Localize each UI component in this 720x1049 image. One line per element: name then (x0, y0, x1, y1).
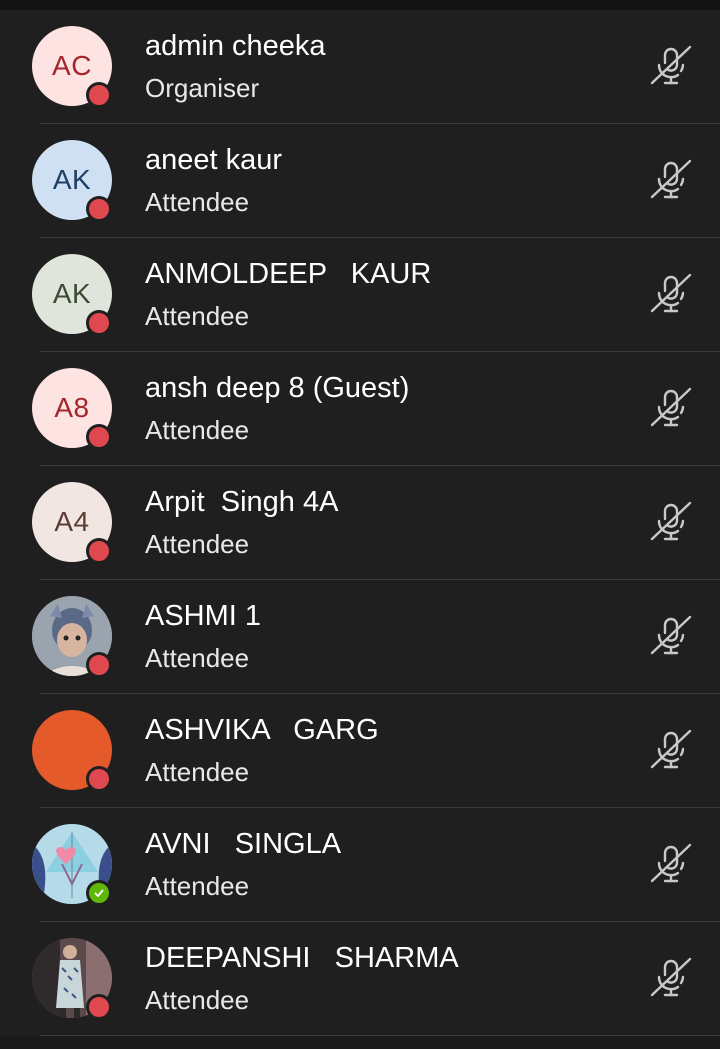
busy-presence-icon (86, 538, 112, 564)
participant-row[interactable]: A8 ansh deep 8 (Guest) Attendee (0, 352, 720, 466)
busy-presence-icon (86, 766, 112, 792)
avatar-initials: A4 (54, 506, 90, 537)
participant-name: ANMOLDEEP KAUR (145, 258, 432, 290)
check-icon (94, 889, 104, 897)
available-presence-icon (86, 880, 112, 906)
mic-off-icon[interactable] (648, 499, 694, 545)
busy-presence-icon (86, 424, 112, 450)
participant-name: aneet kaur (145, 144, 283, 176)
participant-role: Attendee (145, 985, 250, 1015)
participant-row[interactable]: DEEPANSHI SHARMA Attendee (0, 922, 720, 1036)
participant-role: Attendee (145, 529, 250, 559)
mic-off-icon[interactable] (648, 271, 694, 317)
participant-name: Arpit Singh 4A (145, 486, 339, 518)
avatar-initials: AK (52, 278, 92, 309)
mic-off-icon[interactable] (648, 727, 694, 773)
participant-list: AC admin cheeka Organiser AK aneet kaur … (0, 10, 720, 1036)
participant-row[interactable]: AK ANMOLDEEP KAUR Attendee (0, 238, 720, 352)
participant-role: Attendee (145, 871, 250, 901)
bottom-bar (0, 1036, 720, 1049)
participant-name: ASHVIKA GARG (145, 714, 379, 746)
mic-off-icon[interactable] (648, 43, 694, 89)
busy-presence-icon (86, 196, 112, 222)
mic-off-icon[interactable] (648, 955, 694, 1001)
participant-role: Attendee (145, 187, 250, 217)
mic-off-icon[interactable] (648, 841, 694, 887)
avatar-initials: A8 (54, 392, 90, 423)
participant-role: Attendee (145, 415, 250, 445)
participant-name: ansh deep 8 (Guest) (145, 372, 410, 404)
mic-off-icon[interactable] (648, 385, 694, 431)
mic-off-icon[interactable] (648, 157, 694, 203)
busy-presence-icon (86, 994, 112, 1020)
avatar-initials: AC (52, 50, 92, 81)
busy-presence-icon (86, 652, 112, 678)
participant-row[interactable]: ASHVIKA GARG Attendee (0, 694, 720, 808)
participant-name: ASHMI 1 (145, 600, 262, 632)
participant-name: admin cheeka (145, 30, 326, 62)
participant-role: Attendee (145, 301, 250, 331)
participant-role: Attendee (145, 643, 250, 673)
participant-row[interactable]: AC admin cheeka Organiser (0, 10, 720, 124)
participant-name: AVNI SINGLA (145, 828, 342, 860)
busy-presence-icon (86, 82, 112, 108)
avatar-initials: AK (52, 164, 92, 195)
participant-row[interactable]: AK aneet kaur Attendee (0, 124, 720, 238)
participant-role: Attendee (145, 757, 250, 787)
participant-role: Organiser (145, 73, 260, 103)
participant-name: DEEPANSHI SHARMA (145, 942, 459, 974)
participant-row[interactable]: AVNI SINGLA Attendee (0, 808, 720, 922)
participant-row[interactable]: A4 Arpit Singh 4A Attendee (0, 466, 720, 580)
participant-row[interactable]: ASHMI 1 Attendee (0, 580, 720, 694)
top-bar (0, 0, 720, 10)
busy-presence-icon (86, 310, 112, 336)
mic-off-icon[interactable] (648, 613, 694, 659)
